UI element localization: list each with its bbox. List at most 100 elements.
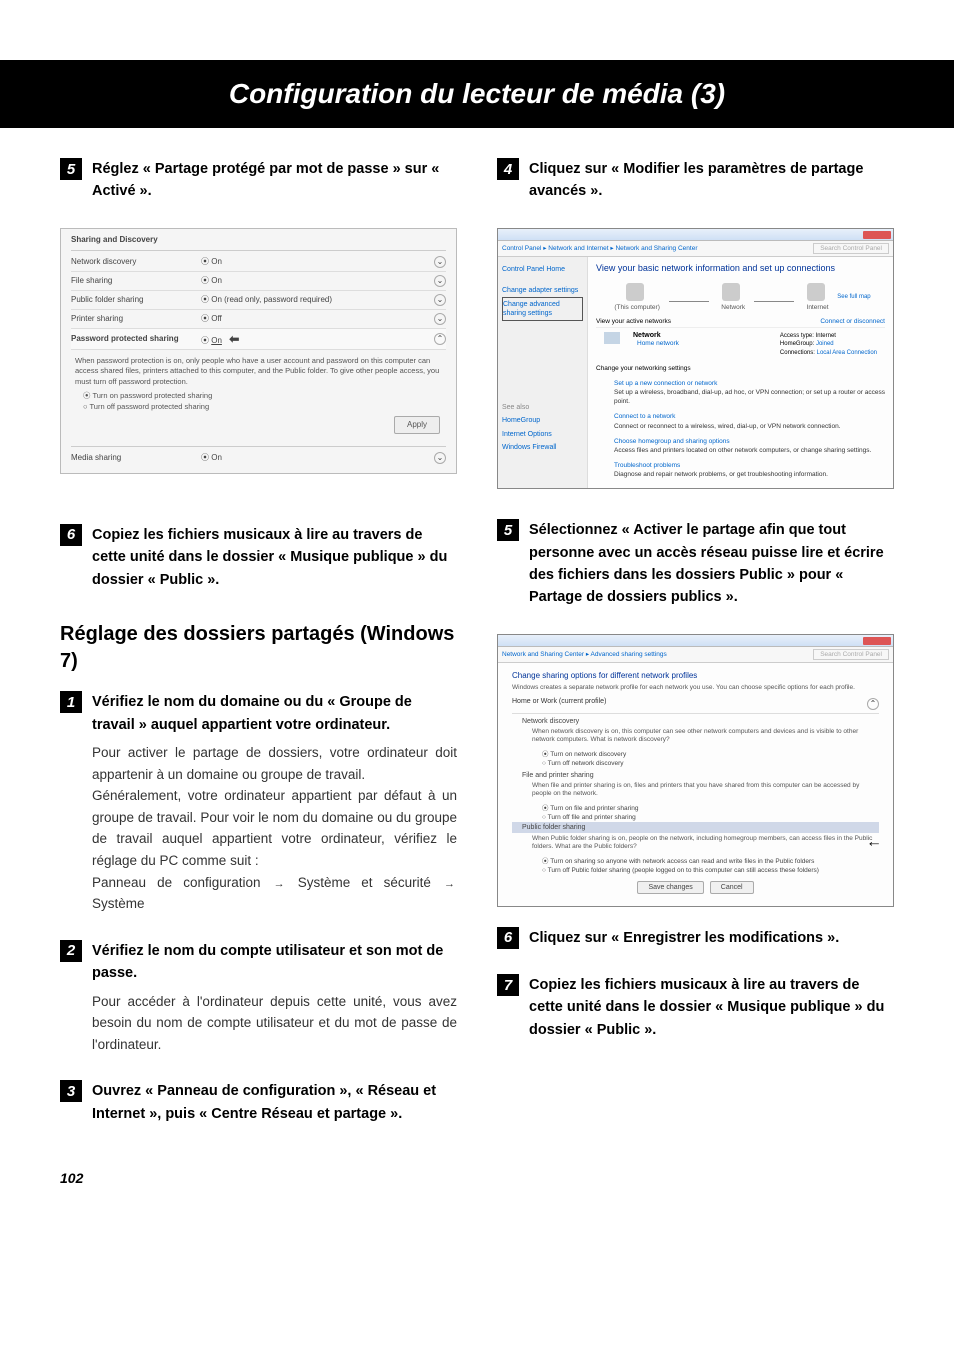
ss1-row-printer-sharing: Printer sharing ⦿ Off ⌄ <box>71 310 446 329</box>
network-profile-icon <box>604 332 620 344</box>
save-changes-button[interactable]: Save changes <box>637 881 703 894</box>
sidebar-cp-home[interactable]: Control Panel Home <box>502 263 583 276</box>
ss1-fs-label: File sharing <box>71 276 201 285</box>
connect-disconnect-link[interactable]: Connect or disconnect <box>820 318 885 325</box>
ss1-nd-value: On <box>211 257 222 266</box>
ss1-row-public-folder: Public folder sharing ⦿ On (read only, p… <box>71 291 446 310</box>
step-number-1: 1 <box>60 691 82 713</box>
ss2-home-network[interactable]: Home network <box>633 339 679 348</box>
ss1-radio-off[interactable]: Turn off password protected sharing <box>89 402 209 411</box>
ss2-opt4-title[interactable]: Troubleshoot problems <box>614 462 680 469</box>
screenshot-sharing-discovery: Sharing and Discovery Network discovery … <box>60 228 457 474</box>
two-column-layout: 5 Réglez « Partage protégé par mot de pa… <box>0 158 954 1150</box>
ss3-fp-off[interactable]: Turn off file and printer sharing <box>548 814 636 821</box>
sidebar-firewall[interactable]: Windows Firewall <box>502 441 583 454</box>
r-step5-title: Sélectionnez « Activer le partage afin q… <box>529 519 894 609</box>
step-number-5: 5 <box>497 519 519 541</box>
r-step-7-block: 7 Copiez les fichiers musicaux à lire au… <box>497 974 894 1041</box>
w7-step1-p2b: Panneau de configuration <box>92 875 261 890</box>
step-6-title: Copiez les fichiers musicaux à lire au t… <box>92 524 457 591</box>
w7-step2-body: Pour accéder à l'ordinateur depuis cette… <box>92 991 457 1056</box>
w7-step1-body: Pour activer le partage de dossiers, vot… <box>92 742 457 915</box>
ss3-pf-on[interactable]: Turn on sharing so anyone with network a… <box>550 858 814 865</box>
see-full-map-link[interactable]: See full map <box>837 294 870 300</box>
ss1-pwd-value: On <box>211 336 222 345</box>
ss2-access-type-lbl: Access type: <box>780 333 814 339</box>
w7-step1-p1: Pour activer le partage de dossiers, vot… <box>92 742 457 785</box>
ss2-conn-lbl: Connections: <box>780 350 815 356</box>
chevron-down-icon[interactable]: ⌄ <box>434 313 446 325</box>
ss2-homegroup-val[interactable]: Joined <box>816 341 834 347</box>
ss3-nd-on[interactable]: Turn on network discovery <box>550 751 626 758</box>
step-number-6: 6 <box>497 927 519 949</box>
ss2-breadcrumb[interactable]: Control Panel ▸ Network and Internet ▸ N… <box>502 244 698 252</box>
window-titlebar <box>498 229 893 241</box>
ss3-fp-on[interactable]: Turn on file and printer sharing <box>550 805 638 812</box>
ss2-access-type-val: Internet <box>816 333 836 339</box>
ss3-title: Change sharing options for different net… <box>512 671 879 680</box>
chevron-down-icon[interactable]: ⌄ <box>434 275 446 287</box>
ss1-radio-on[interactable]: Turn on password protected sharing <box>92 391 212 400</box>
search-input[interactable]: Search Control Panel <box>813 649 889 660</box>
ss2-view-active: View your active networks <box>596 318 671 325</box>
ss1-pf-label: Public folder sharing <box>71 295 201 304</box>
ss1-pwd-label: Password protected sharing <box>71 334 201 343</box>
ss2-opt3-desc: Access files and printers located on oth… <box>614 447 871 454</box>
r-step-5-block: 5 Sélectionnez « Activer le partage afin… <box>497 519 894 609</box>
ss2-sidebar: Control Panel Home Change adapter settin… <box>498 257 588 488</box>
arrow-right-icon: → <box>274 878 285 890</box>
screenshot-network-sharing-center: Control Panel ▸ Network and Internet ▸ N… <box>497 228 894 489</box>
ss3-pf-desc: When Public folder sharing is on, people… <box>532 835 872 850</box>
sidebar-adapter[interactable]: Change adapter settings <box>502 284 583 297</box>
cancel-button[interactable]: Cancel <box>710 881 754 894</box>
r-step-6-block: 6 Cliquez sur « Enregistrer les modifica… <box>497 927 894 949</box>
ss3-nd-off[interactable]: Turn off network discovery <box>548 760 624 767</box>
ss1-row-file-sharing: File sharing ⦿ On ⌄ <box>71 272 446 291</box>
ss1-ps-value: Off <box>211 314 222 323</box>
ss2-conn-val[interactable]: Local Area Connection <box>817 350 877 356</box>
computer-icon <box>626 283 644 301</box>
subheading-win7: Réglage des dossiers partagés (Windows 7… <box>60 621 457 675</box>
w7-step3-title: Ouvrez « Panneau de configuration », « R… <box>92 1080 457 1125</box>
chevron-down-icon[interactable]: ⌄ <box>434 256 446 268</box>
ss1-ms-label: Media sharing <box>71 453 201 462</box>
ss2-internet-label: Internet <box>803 303 829 312</box>
ss3-nd-label: Network discovery <box>512 714 879 726</box>
ss3-pf-off[interactable]: Turn off Public folder sharing (people l… <box>548 867 819 874</box>
sidebar-advanced-sharing[interactable]: Change advanced sharing settings <box>502 297 583 321</box>
ss1-row-password: Password protected sharing ⦿ On ⬅ ⌃ <box>71 329 446 350</box>
ss3-profile: Home or Work (current profile) <box>512 698 606 710</box>
w7-step-1-block: 1 Vérifiez le nom du domaine ou du « Gro… <box>60 691 457 915</box>
ss1-fs-value: On <box>211 276 222 285</box>
ss3-subtitle: Windows creates a separate network profi… <box>512 684 879 691</box>
sidebar-inet-options[interactable]: Internet Options <box>502 428 583 441</box>
chevron-down-icon[interactable]: ⌄ <box>434 294 446 306</box>
apply-button[interactable]: Apply <box>394 416 440 433</box>
page-number: 102 <box>0 1150 954 1196</box>
arrow-left-icon: ← <box>866 833 882 854</box>
ss1-pf-value: On (read only, password required) <box>211 295 332 304</box>
ss1-ms-value: On <box>211 453 222 462</box>
step-number-6: 6 <box>60 524 82 546</box>
ss1-explain-text: When password protection is on, only peo… <box>75 356 439 386</box>
step-5-block: 5 Réglez « Partage protégé par mot de pa… <box>60 158 457 203</box>
ss2-opt2-title[interactable]: Connect to a network <box>614 413 675 420</box>
ss3-fp-desc: When file and printer sharing is on, fil… <box>512 780 879 801</box>
ss2-opt1-title[interactable]: Set up a new connection or network <box>614 380 717 387</box>
page-header: Configuration du lecteur de média (3) <box>0 60 954 128</box>
step-number-2: 2 <box>60 940 82 962</box>
ss3-breadcrumb[interactable]: Network and Sharing Center ▸ Advanced sh… <box>502 650 667 658</box>
step-number-5: 5 <box>60 158 82 180</box>
window-titlebar <box>498 635 893 647</box>
search-input[interactable]: Search Control Panel <box>813 243 889 254</box>
right-column: 4 Cliquez sur « Modifier les paramètres … <box>497 158 894 1150</box>
ss2-opt3-title[interactable]: Choose homegroup and sharing options <box>614 438 730 445</box>
w7-step1-p2a: Généralement, votre ordinateur appartien… <box>92 788 457 868</box>
chevron-up-icon[interactable]: ⌃ <box>867 698 879 710</box>
ss2-network-label: Network <box>717 303 745 312</box>
arrow-left-icon: ⬅ <box>226 332 239 346</box>
chevron-down-icon[interactable]: ⌄ <box>434 452 446 464</box>
left-column: 5 Réglez « Partage protégé par mot de pa… <box>60 158 457 1150</box>
sidebar-homegroup[interactable]: HomeGroup <box>502 414 583 427</box>
chevron-up-icon[interactable]: ⌃ <box>434 333 446 345</box>
